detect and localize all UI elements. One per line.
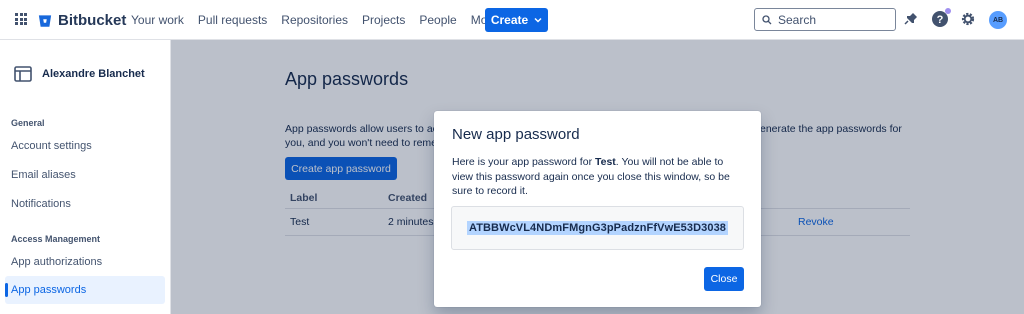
app-switcher-icon[interactable]: [15, 13, 27, 25]
sidebar-item-app-authorizations[interactable]: App authorizations: [5, 248, 165, 276]
settings-gear-icon[interactable]: [960, 11, 976, 27]
notifications-icon[interactable]: [904, 12, 918, 26]
workspace-icon: [14, 66, 32, 82]
sidebar-item-account-settings[interactable]: Account settings: [5, 132, 165, 160]
sidebar-item-app-passwords[interactable]: App passwords: [5, 276, 165, 304]
brand-name: Bitbucket: [58, 12, 127, 29]
nav-pull-requests[interactable]: Pull requests: [198, 13, 267, 27]
sidebar-section-access-management: Access Management: [11, 234, 101, 244]
chevron-down-icon: [534, 17, 542, 23]
dialog-message-label: Test: [594, 156, 616, 168]
password-box[interactable]: ATBBWcVL4NDmFMgnG3pPadznFfVwE53D3038: [451, 206, 744, 250]
sidebar-section-general: General: [11, 118, 45, 128]
svg-text:?: ?: [937, 14, 944, 26]
nav-projects[interactable]: Projects: [362, 13, 405, 27]
close-button[interactable]: Close: [704, 267, 744, 291]
new-app-password-dialog: New app password Here is your app passwo…: [434, 111, 761, 307]
search-icon: [762, 14, 772, 24]
nav-repositories[interactable]: Repositories: [281, 13, 348, 27]
help-notification-dot: [945, 8, 951, 14]
nav-people[interactable]: People: [419, 13, 456, 27]
dialog-message: Here is your app password for Test. You …: [452, 155, 744, 199]
app-password-value[interactable]: ATBBWcVL4NDmFMgnG3pPadznFfVwE53D3038: [466, 221, 729, 235]
top-navigation: Bitbucket Your work Pull requests Reposi…: [0, 0, 1024, 40]
dialog-title: New app password: [452, 126, 580, 143]
nav-your-work[interactable]: Your work: [131, 13, 184, 27]
search-placeholder: Search: [778, 12, 817, 27]
dialog-message-prefix: Here is your app password for: [452, 156, 595, 168]
sidebar-header: Alexandre Blanchet: [14, 66, 145, 82]
settings-sidebar: Alexandre Blanchet General Account setti…: [0, 40, 171, 314]
bitbucket-icon: [38, 14, 52, 27]
sidebar-item-notifications[interactable]: Notifications: [5, 190, 165, 218]
bitbucket-logo[interactable]: Bitbucket: [38, 12, 126, 29]
sidebar-item-email-aliases[interactable]: Email aliases: [5, 161, 165, 189]
create-button-label: Create: [490, 13, 529, 27]
sidebar-user-name: Alexandre Blanchet: [42, 68, 145, 80]
user-avatar[interactable]: AB: [989, 11, 1007, 29]
create-button[interactable]: Create: [485, 8, 548, 32]
search-input[interactable]: Search: [754, 8, 896, 31]
